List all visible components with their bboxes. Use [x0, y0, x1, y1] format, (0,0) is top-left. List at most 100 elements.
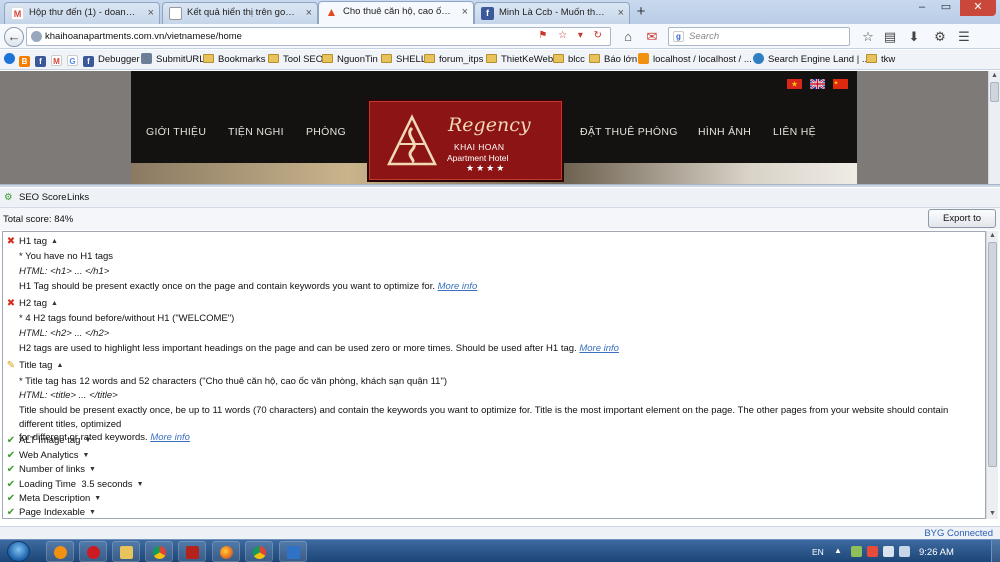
window-close-button[interactable]: ✕: [960, 0, 996, 16]
bookmark-google[interactable]: G: [67, 53, 82, 67]
taskbar-chrome[interactable]: [245, 541, 273, 562]
tab-seo-score[interactable]: SEO Score: [19, 192, 67, 203]
more-info-link[interactable]: More info: [438, 281, 478, 292]
hotel-logo[interactable]: Regency KHAI HOAN Apartment Hotel ★★★★: [369, 101, 562, 180]
taskbar-firefox[interactable]: [212, 541, 240, 562]
uk-flag[interactable]: [810, 79, 825, 89]
result-html: HTML: <h1> ... </h1>: [19, 266, 110, 277]
export-csv-button[interactable]: Export to CSV...: [928, 209, 996, 241]
bookmark-star-icon[interactable]: ☆: [858, 27, 878, 46]
logo-subtitle: KHAI HOAN: [454, 142, 505, 152]
addon-icon[interactable]: ⚙: [930, 27, 950, 46]
back-button[interactable]: ←: [4, 27, 24, 47]
result-header-h2[interactable]: ✖ H2 tag ▲: [3, 298, 58, 309]
result-description-text: H2 tags are used to highlight less impor…: [19, 343, 577, 354]
more-info-link[interactable]: More info: [150, 432, 190, 443]
more-info-link[interactable]: More info: [579, 343, 619, 354]
search-input[interactable]: g Search: [668, 27, 850, 46]
taskbar-outlook[interactable]: [279, 541, 307, 562]
panel-splitter[interactable]: [0, 184, 1000, 187]
result-header-meta-description[interactable]: ✔ Meta Description ▼: [3, 493, 101, 504]
taskbar-filezilla[interactable]: [178, 541, 206, 562]
close-icon[interactable]: ×: [618, 3, 624, 23]
browser-tab[interactable]: f Minh Là Ccb - Muốn thử k... ×: [474, 2, 630, 24]
network-icon[interactable]: [851, 546, 862, 557]
search-engine-icon[interactable]: g: [673, 31, 684, 42]
opera-icon: [87, 546, 100, 559]
bookmarks-list-icon[interactable]: ▤: [880, 27, 900, 46]
china-flag[interactable]: [833, 79, 848, 89]
bookmark-folder[interactable]: Tool SEO: [268, 53, 323, 67]
bookmark-folder[interactable]: tkw: [866, 53, 895, 67]
scroll-down-arrow-icon[interactable]: ▼: [987, 509, 998, 519]
result-header-alt-image[interactable]: ✔ ALT Image tag ▼: [3, 435, 92, 446]
bookmark-sync[interactable]: [4, 53, 19, 67]
browser-tab-active[interactable]: ▲ Cho thuê căn hộ, cao ốc v... ×: [318, 1, 474, 24]
show-desktop-button[interactable]: [991, 540, 1000, 562]
menu-item-phong[interactable]: PHÒNG: [306, 126, 346, 138]
results-scrollbar[interactable]: ▲ ▼: [986, 231, 998, 519]
result-header-title[interactable]: ✎ Title tag ▲: [3, 360, 64, 371]
close-icon[interactable]: ×: [306, 3, 312, 23]
language-indicator[interactable]: EN: [812, 547, 824, 557]
menu-icon[interactable]: ☰: [954, 27, 974, 46]
result-header-number-of-links[interactable]: ✔ Number of links ▼: [3, 464, 96, 475]
taskbar-clock[interactable]: 9:26 AM: [919, 547, 954, 558]
minimize-button[interactable]: –: [910, 0, 934, 16]
bookmark-localhost[interactable]: localhost / localhost / ...: [638, 53, 752, 67]
maximize-button[interactable]: ▭: [934, 0, 958, 16]
scroll-up-arrow-icon[interactable]: ▲: [989, 71, 1000, 81]
signal-icon[interactable]: [883, 546, 894, 557]
bookmark-folder[interactable]: forum_itps: [424, 53, 483, 67]
menu-item-tien-nghi[interactable]: TIỆN NGHI: [228, 126, 284, 138]
result-title: Page Indexable: [19, 507, 86, 518]
mail-icon[interactable]: ✉: [642, 27, 662, 46]
menu-item-dat-thue-phong[interactable]: ĐẶT THUÊ PHÒNG: [580, 126, 678, 138]
taskbar-media-player[interactable]: [46, 541, 74, 562]
result-header-h1[interactable]: ✖ H1 tag ▲: [3, 236, 58, 247]
download-icon[interactable]: ⬇: [904, 27, 924, 46]
antivirus-icon[interactable]: [867, 546, 878, 557]
browser-tab[interactable]: M Hộp thư đến (1) - doannd... ×: [4, 2, 160, 24]
menu-item-lien-he[interactable]: LIÊN HỆ: [773, 126, 816, 138]
taskbar-explorer[interactable]: [112, 541, 140, 562]
new-tab-button[interactable]: +: [632, 3, 650, 21]
tab-links[interactable]: Links: [67, 192, 89, 203]
web-scrollbar[interactable]: ▲: [988, 71, 1000, 184]
result-header-web-analytics[interactable]: ✔ Web Analytics ▼: [3, 450, 90, 461]
tab-title: Hộp thư đến (1) - doannd...: [29, 7, 145, 18]
bookmark-folder[interactable]: ThietKeWeb: [486, 53, 553, 67]
bookmark-facebook[interactable]: f: [35, 53, 50, 67]
scrollbar-thumb[interactable]: [990, 82, 999, 102]
tray-expand-icon[interactable]: ▲: [834, 546, 845, 557]
close-icon[interactable]: ×: [148, 3, 154, 23]
home-icon[interactable]: ⌂: [618, 27, 638, 46]
bookmark-folder[interactable]: blcc: [553, 53, 585, 67]
connection-status[interactable]: BYG Connected: [924, 528, 993, 539]
bookmark-submiturl[interactable]: SubmitURL: [141, 53, 205, 67]
taskbar-chrome[interactable]: [145, 541, 173, 562]
bookmark-folder[interactable]: Báo lớn: [589, 53, 637, 67]
bookmark-folder[interactable]: Bookmarks: [203, 53, 266, 67]
result-header-loading-time[interactable]: ✔ Loading Time 3.5 seconds ▼: [3, 479, 144, 490]
taskbar-opera[interactable]: [79, 541, 107, 562]
scroll-up-arrow-icon[interactable]: ▲: [987, 231, 998, 241]
url-bar-icons[interactable]: ⚑ ☆ ▾ ↻: [538, 30, 606, 41]
menu-item-hinh-anh[interactable]: HÌNH ẢNH: [698, 126, 751, 138]
close-icon[interactable]: ×: [462, 2, 468, 22]
bookmark-blogger[interactable]: B: [19, 53, 34, 67]
bookmark-folder[interactable]: SHELL: [381, 53, 426, 67]
url-text[interactable]: khaihoanapartments.com.vn/vietnamese/hom…: [45, 31, 242, 42]
bookmark-folder[interactable]: NguonTin: [322, 53, 378, 67]
volume-icon[interactable]: [899, 546, 910, 557]
bookmark-gmail[interactable]: M: [51, 53, 66, 67]
bookmark-searchengineland[interactable]: Search Engine Land | ...: [753, 53, 870, 67]
bookmark-debugger[interactable]: f Debugger: [83, 53, 140, 67]
result-header-page-indexable[interactable]: ✔ Page Indexable ▼: [3, 507, 96, 518]
url-bar[interactable]: khaihoanapartments.com.vn/vietnamese/hom…: [26, 27, 611, 46]
start-button[interactable]: [7, 541, 30, 562]
browser-tab[interactable]: Kết quả hiển thị trên google bị ... ×: [162, 2, 318, 24]
menu-item-gioi-thieu[interactable]: GIỚI THIỆU: [146, 126, 206, 138]
vietnam-flag[interactable]: [787, 79, 802, 89]
scrollbar-thumb[interactable]: [988, 242, 997, 467]
